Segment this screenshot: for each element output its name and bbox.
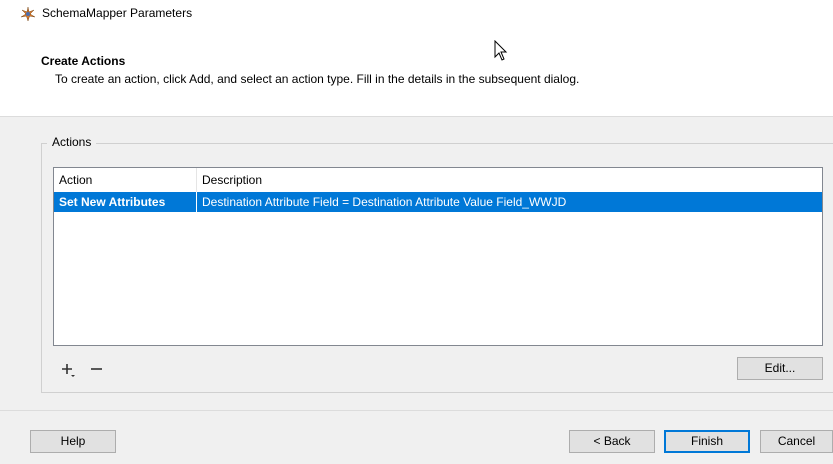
title-bar: SchemaMapper Parameters [0,0,833,24]
actions-table[interactable]: Action Description Set New Attributes De… [53,167,823,346]
wizard-header: Create Actions To create an action, clic… [0,24,833,117]
page-description: To create an action, click Add, and sele… [55,72,580,86]
schemamapper-icon [20,6,36,22]
cancel-button[interactable]: Cancel [760,430,833,453]
page-title: Create Actions [41,54,126,68]
table-header: Action Description [54,168,822,193]
row-description-cell[interactable]: Destination Attribute Field = Destinatio… [197,192,822,212]
minus-icon[interactable] [88,361,106,379]
help-button[interactable]: Help [30,430,116,453]
footer-divider [0,410,833,411]
column-header-description[interactable]: Description [197,168,822,192]
finish-button[interactable]: Finish [664,430,750,453]
row-action-cell[interactable]: Set New Attributes [54,192,197,212]
actions-group-label: Actions [47,135,97,149]
mouse-cursor-icon [494,40,508,61]
edit-button[interactable]: Edit... [737,357,823,380]
back-button[interactable]: < Back [569,430,655,453]
plus-dropdown-icon[interactable] [60,361,78,379]
window-title: SchemaMapper Parameters [42,6,193,20]
table-row[interactable]: Set New Attributes Destination Attribute… [54,192,822,212]
column-header-action[interactable]: Action [54,168,197,192]
